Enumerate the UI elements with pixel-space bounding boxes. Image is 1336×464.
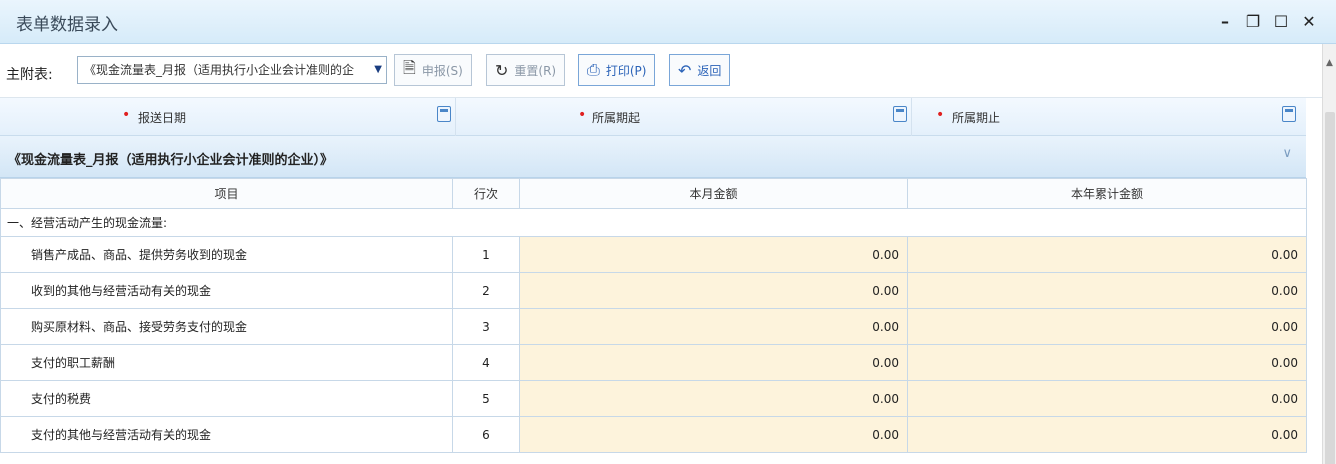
col-header-month-amount: 本月金额 <box>519 178 908 209</box>
report-date-label: 报送日期 <box>138 111 187 125</box>
month-amount-input[interactable]: 0.00 <box>519 236 908 273</box>
calendar-icon[interactable] <box>893 106 907 122</box>
window-title: 表单数据录入 <box>16 15 118 35</box>
row-item-name: 支付的职工薪酬 <box>0 344 453 381</box>
group-label: 一、经营活动产生的现金流量: <box>0 208 1307 237</box>
save-icon: 🗎 <box>403 57 416 77</box>
table-row: 销售产成品、商品、提供劳务收到的现金 1 0.00 0.00 <box>0 236 1307 273</box>
calendar-icon[interactable] <box>1282 106 1296 122</box>
section-title: 《现金流量表_月报（适用执行小企业会计准则的企业）》 <box>8 153 334 168</box>
calendar-icon[interactable] <box>437 106 451 122</box>
table-row: 支付的其他与经营活动有关的现金 6 0.00 0.00 <box>0 416 1307 453</box>
back-button-label: 返回 <box>697 63 722 78</box>
year-amount-input[interactable]: 0.00 <box>907 344 1307 381</box>
row-item-name: 支付的税费 <box>0 380 453 417</box>
table-row: 支付的职工薪酬 4 0.00 0.00 <box>0 344 1307 381</box>
year-amount-input[interactable]: 0.00 <box>907 380 1307 417</box>
col-header-line: 行次 <box>452 178 520 209</box>
row-item-name: 收到的其他与经营活动有关的现金 <box>0 272 453 309</box>
vertical-scrollbar[interactable]: ▲ <box>1322 44 1336 464</box>
month-amount-input[interactable]: 0.00 <box>519 416 908 453</box>
row-line-number: 6 <box>452 416 520 453</box>
table-header-row: 项目 行次 本月金额 本年累计金额 <box>0 178 1307 209</box>
col-header-year-amount: 本年累计金额 <box>907 178 1307 209</box>
print-button[interactable]: ⎙ 打印(P) <box>578 54 656 86</box>
print-button-label: 打印(P) <box>605 63 647 78</box>
cash-flow-table: 项目 行次 本月金额 本年累计金额 一、经营活动产生的现金流量: 销售产成品、商… <box>0 178 1307 453</box>
declare-button-label: 申报(S) <box>421 63 463 78</box>
report-date-field[interactable]: • 报送日期 <box>0 98 455 136</box>
toolbar: 主附表: 《现金流量表_月报（适用执行小企业会计准则的企 ▼ 🗎 申报(S) ↻… <box>0 44 1322 98</box>
period-end-field[interactable]: • 所属期止 <box>912 98 1306 136</box>
year-amount-input[interactable]: 0.00 <box>907 236 1307 273</box>
year-amount-input[interactable]: 0.00 <box>907 416 1307 453</box>
table-row: 收到的其他与经营活动有关的现金 2 0.00 0.00 <box>0 272 1307 309</box>
year-amount-input[interactable]: 0.00 <box>907 308 1307 345</box>
back-button[interactable]: ↶ 返回 <box>669 54 731 86</box>
dropdown-caret-icon[interactable]: ▼ <box>374 57 382 83</box>
restore-icon[interactable]: ❐ <box>1242 10 1264 32</box>
row-item-name: 销售产成品、商品、提供劳务收到的现金 <box>0 236 453 273</box>
row-line-number: 5 <box>452 380 520 417</box>
row-item-name: 支付的其他与经营活动有关的现金 <box>0 416 453 453</box>
maximize-icon[interactable]: ☐ <box>1270 10 1292 32</box>
month-amount-input[interactable]: 0.00 <box>519 308 908 345</box>
year-amount-input[interactable]: 0.00 <box>907 272 1307 309</box>
row-line-number: 4 <box>452 344 520 381</box>
row-line-number: 1 <box>452 236 520 273</box>
month-amount-input[interactable]: 0.00 <box>519 344 908 381</box>
chevron-down-icon[interactable]: ∨ <box>1282 146 1292 161</box>
scrollbar-thumb[interactable] <box>1325 112 1335 464</box>
report-select[interactable]: 《现金流量表_月报（适用执行小企业会计准则的企 ▼ <box>77 56 387 84</box>
report-select-label: 主附表: <box>6 67 53 83</box>
refresh-icon: ↻ <box>495 60 509 80</box>
required-marker: • <box>122 107 131 123</box>
print-icon: ⎙ <box>587 60 600 79</box>
required-marker: • <box>936 107 945 123</box>
period-start-label: 所属期起 <box>592 111 641 125</box>
window-titlebar: 表单数据录入 – ❐ ☐ ✕ <box>0 0 1336 44</box>
row-item-name: 购买原材料、商品、接受劳务支付的现金 <box>0 308 453 345</box>
minimize-icon[interactable]: – <box>1214 10 1236 32</box>
required-marker: • <box>578 107 587 123</box>
table-group-row: 一、经营活动产生的现金流量: <box>0 208 1307 237</box>
report-select-value: 《现金流量表_月报（适用执行小企业会计准则的企 <box>84 63 355 77</box>
row-line-number: 3 <box>452 308 520 345</box>
table-row: 购买原材料、商品、接受劳务支付的现金 3 0.00 0.00 <box>0 308 1307 345</box>
declare-button[interactable]: 🗎 申报(S) <box>394 54 472 86</box>
reset-button-label: 重置(R) <box>514 63 557 78</box>
col-header-item: 项目 <box>0 178 453 209</box>
back-arrow-icon: ↶ <box>678 60 692 80</box>
date-fields-row: • 报送日期 • 所属期起 • 所属期止 <box>0 98 1306 136</box>
period-start-field[interactable]: • 所属期起 <box>456 98 911 136</box>
month-amount-input[interactable]: 0.00 <box>519 272 908 309</box>
month-amount-input[interactable]: 0.00 <box>519 380 908 417</box>
table-row: 支付的税费 5 0.00 0.00 <box>0 380 1307 417</box>
close-icon[interactable]: ✕ <box>1298 10 1320 32</box>
scroll-up-icon[interactable]: ▲ <box>1326 58 1333 68</box>
period-end-label: 所属期止 <box>952 111 1001 125</box>
reset-button[interactable]: ↻ 重置(R) <box>486 54 566 86</box>
form-section-header[interactable]: 《现金流量表_月报（适用执行小企业会计准则的企业）》 ∨ <box>0 136 1306 178</box>
row-line-number: 2 <box>452 272 520 309</box>
